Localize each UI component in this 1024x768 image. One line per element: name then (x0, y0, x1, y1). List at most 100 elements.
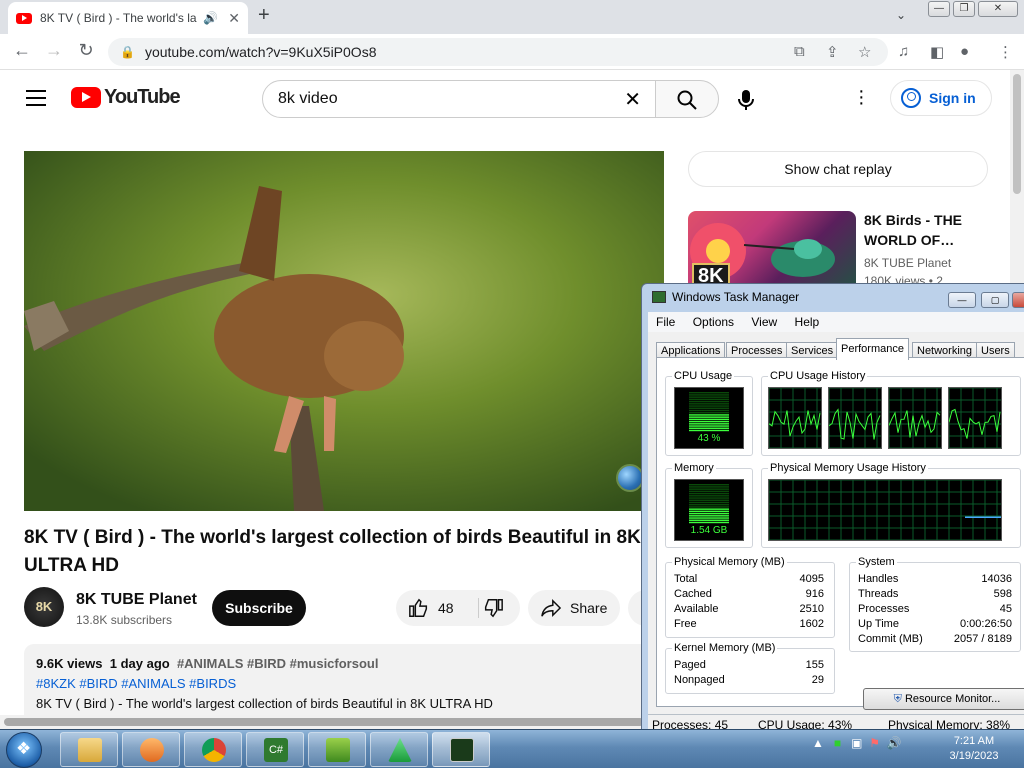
youtube-logo[interactable]: YouTube (71, 86, 181, 109)
channel-avatar[interactable]: 8K (24, 587, 64, 627)
clock-time: 7:21 AM (953, 735, 995, 747)
memory-meter-segment (689, 512, 729, 515)
show-hidden-icons[interactable]: ▲ (812, 736, 824, 750)
browser-tab[interactable]: 8K TV ( Bird ) - The world's la 🔊 ✕ (8, 2, 248, 34)
share-page-icon[interactable]: ⇪ (826, 43, 839, 61)
taskbar-app-5[interactable] (308, 732, 366, 767)
task-manager-window[interactable]: Windows Task Manager — ▢ File Options Vi… (641, 283, 1024, 735)
address-bar[interactable]: 🔒 youtube.com/watch?v=9KuX5iP0Os8 (108, 38, 888, 66)
hashtags-line[interactable]: #8KZK #BIRD #ANIMALS #BIRDS (36, 674, 642, 694)
forward-button[interactable]: → (42, 40, 66, 61)
start-button[interactable] (6, 732, 42, 768)
tm-maximize-button[interactable]: ▢ (981, 292, 1009, 308)
lock-icon[interactable]: 🔒 (120, 45, 135, 59)
like-count: 48 (438, 600, 454, 616)
taskbar-app-6[interactable] (370, 732, 428, 767)
memory-meter-segment (689, 495, 729, 497)
side-panel-icon[interactable]: ◧ (930, 43, 944, 61)
search-query: 8k video (278, 90, 338, 107)
video-description[interactable]: 9.6K views 1 day ago #ANIMALS #BIRD #mus… (24, 644, 654, 724)
media-controls-icon[interactable]: ♫ (898, 43, 909, 60)
share-label: Share (570, 600, 608, 616)
memory-meter-segment (689, 492, 729, 495)
tray-app-icon[interactable]: ■ (834, 736, 841, 750)
action-center-flag-icon[interactable]: ⚑ (869, 736, 880, 750)
stat-uptime-value: 0:00:26:50 (960, 618, 1012, 630)
subscribe-button[interactable]: Subscribe (212, 590, 306, 626)
taskbar-explorer[interactable] (60, 732, 118, 767)
media-player-icon (140, 738, 164, 762)
cpu-meter-segment (689, 414, 729, 416)
stat-available-value: 2510 (799, 603, 824, 615)
cpu-meter-segment (689, 412, 729, 414)
recommended-video-title[interactable]: 8K Birds - THE WORLD OF… (864, 210, 994, 250)
youtube-play-logo-icon (71, 87, 101, 108)
menu-options[interactable]: Options (693, 315, 734, 329)
settings-more-icon[interactable]: · · · (858, 81, 865, 113)
memory-meter-segment (689, 484, 729, 486)
tm-minimize-button[interactable]: — (948, 292, 976, 308)
voice-search-icon[interactable] (736, 89, 756, 111)
cpu-meter-segment (689, 400, 729, 403)
bookmark-star-icon[interactable]: ☆ (858, 43, 871, 61)
tm-close-button[interactable] (1012, 292, 1024, 308)
audio-playing-icon[interactable]: 🔊 (203, 11, 218, 25)
triangle-app-icon (388, 738, 412, 762)
stat-nonpaged-value: 29 (811, 674, 824, 686)
tab-search-chevron-icon[interactable]: ⌄ (896, 8, 906, 22)
stat-paged-label: Paged (674, 659, 706, 671)
taskbar-media-player[interactable] (122, 732, 180, 767)
taskbar-task-manager[interactable] (432, 732, 490, 767)
thumbs-up-icon (409, 598, 428, 617)
menu-help[interactable]: Help (795, 315, 820, 329)
new-tab-button[interactable]: + (258, 4, 270, 27)
physical-memory-group: Physical Memory (MB) Total 4095 Cached 9… (665, 556, 835, 638)
open-in-app-icon[interactable]: ⧉ (794, 43, 805, 60)
minimize-window-button[interactable]: — (928, 1, 950, 17)
taskbar-chrome[interactable] (184, 732, 242, 767)
system-tray: ▲ ■ ▣ ⚑ 🔊 (812, 736, 902, 750)
tab-close-icon[interactable]: ✕ (228, 10, 240, 27)
tab-title: 8K TV ( Bird ) - The world's la (40, 11, 197, 25)
cpu-core-2-graph (828, 387, 882, 449)
resource-monitor-button[interactable]: ⛨ Resource Monitor... (863, 688, 1024, 710)
profile-icon[interactable]: ● (960, 43, 969, 60)
task-manager-app-icon (652, 291, 666, 303)
volume-icon[interactable]: 🔊 (887, 736, 902, 750)
guide-menu-icon[interactable] (26, 90, 46, 111)
stat-cached-label: Cached (674, 588, 712, 600)
search-input[interactable]: 8k video ✕ (262, 80, 656, 118)
chrome-menu-icon[interactable]: ⋮ (998, 43, 1013, 61)
hashtags-top[interactable]: #ANIMALS #BIRD #musicforsoul (177, 656, 379, 671)
taskbar-csharp-app[interactable]: C# (246, 732, 304, 767)
task-manager-titlebar[interactable]: Windows Task Manager (652, 290, 799, 304)
memory-value: 1.54 GB (690, 525, 728, 536)
channel-name[interactable]: 8K TUBE Planet (76, 591, 197, 609)
stat-threads-value: 598 (993, 588, 1012, 600)
video-player[interactable] (24, 151, 664, 511)
channel-watermark-globe-icon[interactable] (616, 464, 644, 492)
scrollbar-thumb[interactable] (1013, 74, 1021, 194)
taskbar-clock[interactable]: 7:21 AM 3/19/2023 (944, 734, 1004, 764)
reload-button[interactable]: ↻ (74, 40, 98, 61)
tab-performance[interactable]: Performance (836, 338, 909, 360)
restore-window-button[interactable]: ❐ (953, 1, 975, 17)
clear-search-icon[interactable]: ✕ (624, 87, 641, 112)
share-arrow-icon (541, 598, 562, 618)
dislike-button[interactable] (482, 597, 504, 624)
menu-file[interactable]: File (656, 315, 675, 329)
search-button[interactable] (655, 80, 719, 118)
recommended-channel[interactable]: 8K TUBE Planet (864, 256, 951, 270)
show-chat-replay-button[interactable]: Show chat replay (688, 151, 988, 187)
horizontal-scrollbar-thumb[interactable] (4, 718, 644, 726)
sign-in-button[interactable]: Sign in (890, 80, 992, 116)
memory-history-label: Physical Memory Usage History (768, 462, 928, 474)
like-divider (478, 598, 479, 618)
menu-view[interactable]: View (751, 315, 777, 329)
back-button[interactable]: ← (10, 40, 34, 61)
like-button[interactable]: 48 (408, 597, 454, 619)
cpu-meter-segment (689, 429, 729, 432)
share-button[interactable]: Share (528, 590, 620, 626)
network-icon[interactable]: ▣ (851, 736, 862, 750)
close-window-button[interactable]: ✕ (978, 1, 1018, 17)
